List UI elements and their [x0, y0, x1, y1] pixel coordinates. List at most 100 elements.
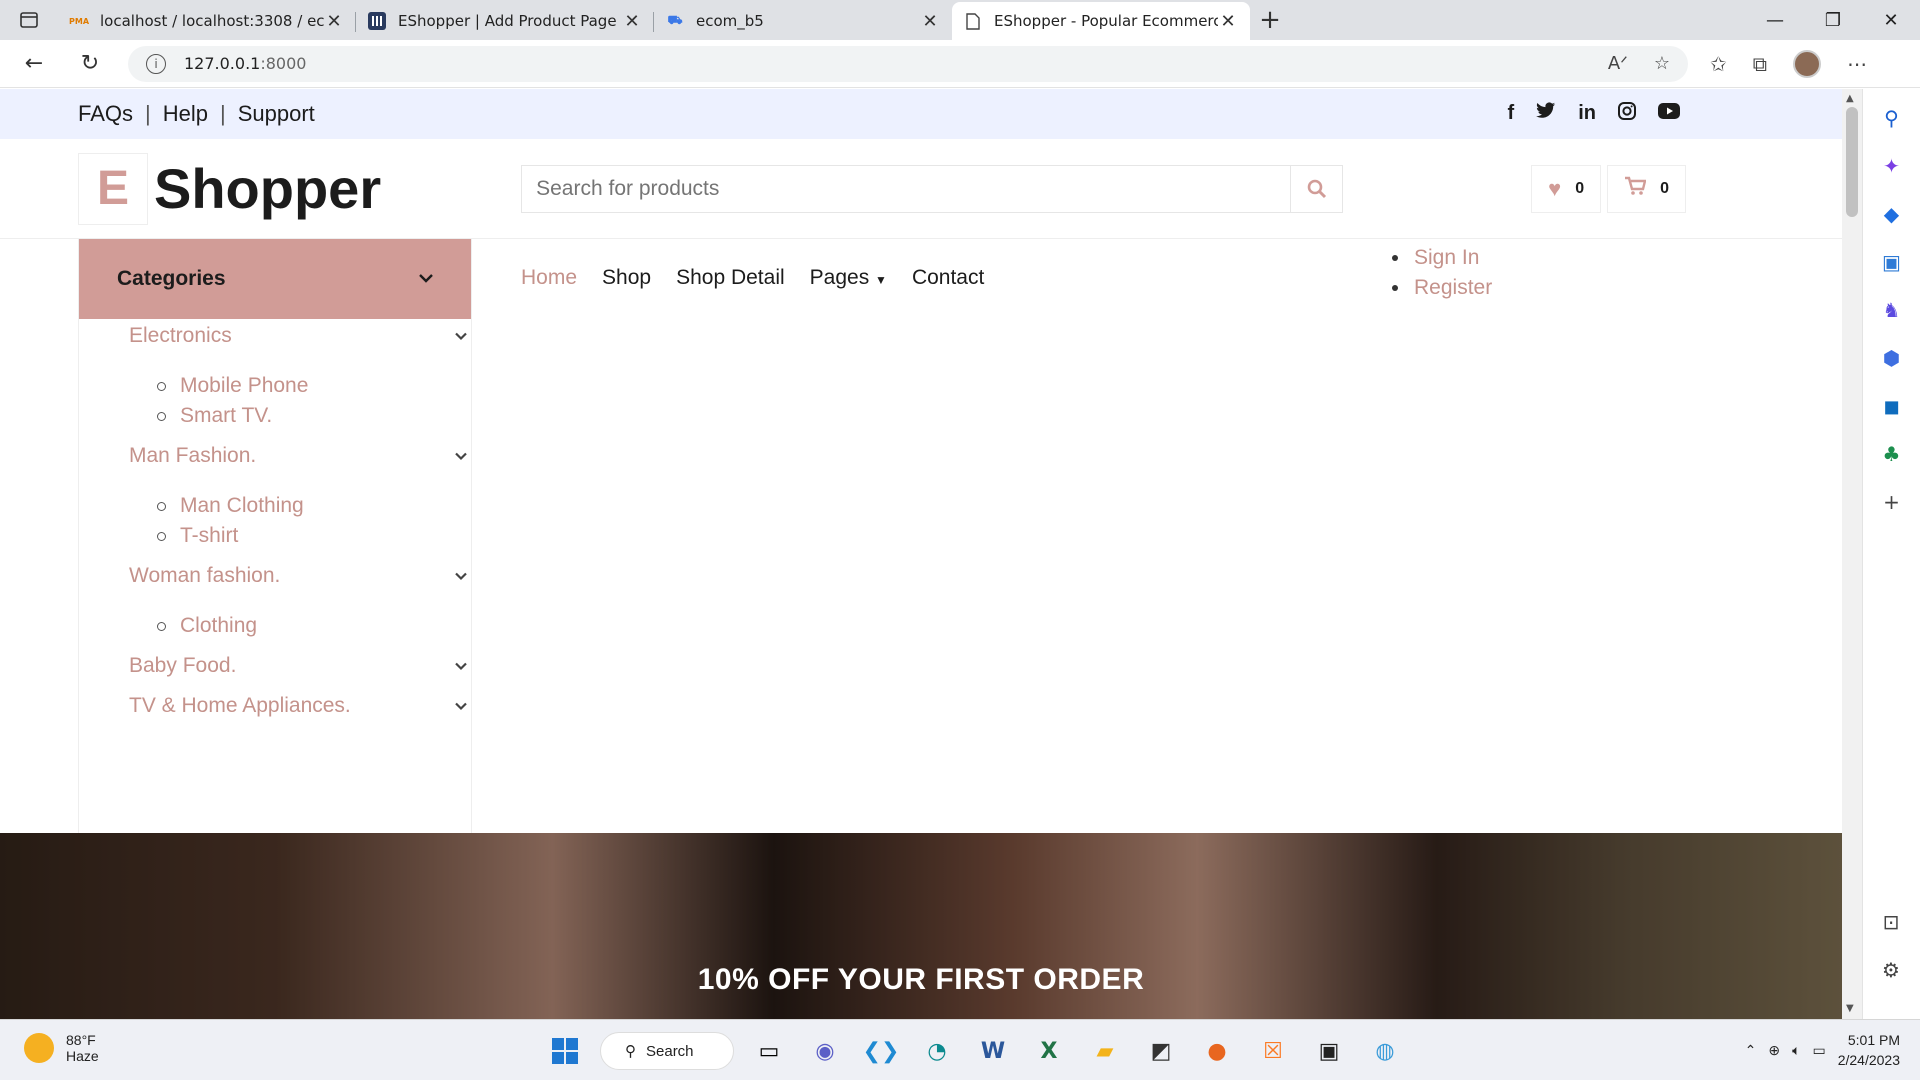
language-globe-icon[interactable]: ⊕ — [1768, 1042, 1780, 1059]
clock[interactable]: 5:01 PM 2/24/2023 — [1838, 1030, 1900, 1070]
subcategory-item[interactable]: Smart TV. — [157, 401, 469, 431]
site-info-icon[interactable]: i — [146, 53, 166, 74]
taskbar-apps: ⚲ Search ▭ ◉ ❮❯ ◔ W X ▰ ◩ ● ☒ ▣ ◍ — [544, 1030, 1406, 1072]
more-menu-icon[interactable]: ⋯ — [1847, 52, 1867, 76]
teams-chat-icon[interactable]: ◉ — [804, 1030, 846, 1072]
vscode-icon[interactable]: ❮❯ — [860, 1030, 902, 1072]
scroll-down-icon[interactable]: ▼ — [1846, 1003, 1854, 1014]
add-favorite-icon[interactable]: ☆ — [1654, 53, 1670, 74]
help-link[interactable]: Help — [163, 101, 208, 127]
nav-home[interactable]: Home — [521, 266, 577, 290]
chevron-down-icon[interactable] — [455, 328, 467, 344]
weather-widget[interactable]: 88°F Haze — [24, 1032, 99, 1064]
profile-avatar[interactable] — [1793, 49, 1822, 78]
nav-contact[interactable]: Contact — [912, 266, 984, 290]
temperature: 88°F — [66, 1032, 96, 1048]
scroll-up-icon[interactable]: ▲ — [1846, 93, 1854, 104]
chevron-down-icon[interactable] — [455, 658, 467, 674]
url-field[interactable]: i 127.0.0.1:8000 Aᐟ ☆ — [128, 45, 1688, 82]
twitter-icon[interactable] — [1536, 102, 1556, 126]
volume-icon[interactable]: 🔈︎ — [1792, 1042, 1800, 1059]
youtube-icon[interactable] — [1658, 102, 1680, 126]
address-bar: ← ↻ i 127.0.0.1:8000 Aᐟ ☆ ✩ ⧉ ⋯ — [0, 40, 1920, 88]
games-icon[interactable]: ♞ — [1877, 295, 1907, 325]
tools-icon[interactable]: ▣ — [1877, 247, 1907, 277]
shopping-tag-icon[interactable]: ◆ — [1877, 199, 1907, 229]
close-tab-icon[interactable]: ✕ — [622, 11, 642, 32]
battery-icon[interactable]: ▭ — [1812, 1042, 1825, 1059]
back-icon[interactable]: ← — [12, 44, 56, 84]
add-sidebar-icon[interactable]: + — [1877, 487, 1907, 517]
instagram-icon[interactable] — [1618, 102, 1636, 126]
search-input[interactable] — [522, 165, 1291, 212]
scrollbar-thumb[interactable] — [1846, 107, 1858, 217]
subcategory-item[interactable]: Mobile Phone — [157, 371, 469, 401]
xampp-icon[interactable]: ☒ — [1252, 1030, 1294, 1072]
chevron-down-icon[interactable] — [455, 568, 467, 584]
browser-tab-ecom[interactable]: ⛟ ecom_b5 ✕ — [654, 2, 952, 40]
browser-tab-add-product[interactable]: EShopper | Add Product Page ✕ — [356, 2, 654, 40]
nav-shop-detail[interactable]: Shop Detail — [676, 266, 785, 290]
category-electronics[interactable]: Electronics — [129, 321, 469, 351]
favorites-icon[interactable]: ✩ — [1710, 52, 1727, 76]
nav-shop[interactable]: Shop — [602, 266, 651, 290]
subcategory-item[interactable]: Man Clothing — [157, 491, 469, 521]
page-scrollbar[interactable]: ▲ ▼ — [1842, 89, 1862, 1019]
subcategory-item[interactable]: Clothing — [157, 611, 469, 641]
file-explorer-icon[interactable]: ▰ — [1084, 1030, 1126, 1072]
microsoft-365-icon[interactable]: ⬢ — [1877, 343, 1907, 373]
categories-toggle[interactable]: Categories — [79, 239, 471, 319]
category-woman-fashion[interactable]: Woman fashion. — [129, 561, 469, 591]
outlook-icon[interactable]: ◼ — [1877, 391, 1907, 421]
minimize-icon[interactable]: — — [1746, 0, 1804, 40]
excel-icon[interactable]: X — [1028, 1030, 1070, 1072]
phpmyadmin-icon: PMA — [69, 16, 90, 26]
close-window-icon[interactable]: ✕ — [1862, 0, 1920, 40]
subcategory-item[interactable]: T-shirt — [157, 521, 469, 551]
close-tab-icon[interactable]: ✕ — [324, 11, 344, 32]
restore-icon[interactable]: ❐ — [1804, 0, 1862, 40]
close-tab-icon[interactable]: ✕ — [920, 11, 940, 32]
linkedin-icon[interactable]: in — [1578, 102, 1596, 126]
browser-tab-eshopper[interactable]: EShopper - Popular Ecommerce ✕ — [952, 2, 1250, 40]
settings-gear-icon[interactable]: ⚙ — [1882, 958, 1900, 982]
logo[interactable]: E Shopper — [78, 152, 381, 225]
network-globe-icon[interactable]: ◍ — [1364, 1030, 1406, 1072]
read-aloud-icon[interactable]: Aᐟ — [1608, 53, 1628, 74]
windows-start-icon[interactable] — [544, 1030, 586, 1072]
word-icon[interactable]: W — [972, 1030, 1014, 1072]
close-tab-icon[interactable]: ✕ — [1218, 11, 1238, 32]
refresh-icon[interactable]: ↻ — [68, 44, 112, 84]
sign-in-link[interactable]: Sign In — [1392, 243, 1492, 273]
edge-sidebar: ⚲ ✦ ◆ ▣ ♞ ⬢ ◼ ♣ + — [1862, 89, 1920, 1019]
tab-actions-icon[interactable] — [0, 0, 58, 40]
task-view-icon[interactable]: ▭ — [748, 1030, 790, 1072]
terminal-icon[interactable]: ▣ — [1308, 1030, 1350, 1072]
chevron-down-icon[interactable] — [455, 448, 467, 464]
sticky-notes-icon[interactable]: ◩ — [1140, 1030, 1182, 1072]
split-screen-icon[interactable]: ⊡ — [1883, 910, 1900, 934]
firefox-icon[interactable]: ● — [1196, 1030, 1238, 1072]
copilot-icon[interactable]: ✦ — [1877, 151, 1907, 181]
sidebar-search-icon[interactable]: ⚲ — [1877, 103, 1907, 133]
faqs-link[interactable]: FAQs — [78, 101, 133, 127]
chevron-down-icon[interactable] — [455, 698, 467, 714]
category-baby-food[interactable]: Baby Food. — [129, 651, 469, 681]
register-link[interactable]: Register — [1392, 273, 1492, 303]
facebook-icon[interactable]: f — [1508, 102, 1515, 126]
nav-pages[interactable]: Pages ▼ — [810, 266, 887, 290]
category-man-fashion[interactable]: Man Fashion. — [129, 441, 469, 471]
search-icon[interactable] — [1290, 165, 1342, 212]
cart-button[interactable]: 0 — [1607, 164, 1686, 213]
edge-browser-icon[interactable]: ◔ — [916, 1030, 958, 1072]
drop-tree-icon[interactable]: ♣ — [1877, 439, 1907, 469]
taskbar-search[interactable]: ⚲ Search — [600, 1032, 734, 1070]
collections-icon[interactable]: ⧉ — [1753, 52, 1767, 76]
show-hidden-icons-icon[interactable]: ⌃ — [1745, 1042, 1757, 1059]
wishlist-button[interactable]: ♥ 0 — [1531, 164, 1602, 213]
browser-tab-phpmyadmin[interactable]: PMA localhost / localhost:3308 / ecom ✕ — [58, 2, 356, 40]
category-tv-home-appliances[interactable]: TV & Home Appliances. — [129, 691, 469, 721]
haze-weather-icon — [24, 1033, 54, 1063]
support-link[interactable]: Support — [238, 101, 315, 127]
new-tab-button[interactable]: + — [1250, 0, 1290, 40]
